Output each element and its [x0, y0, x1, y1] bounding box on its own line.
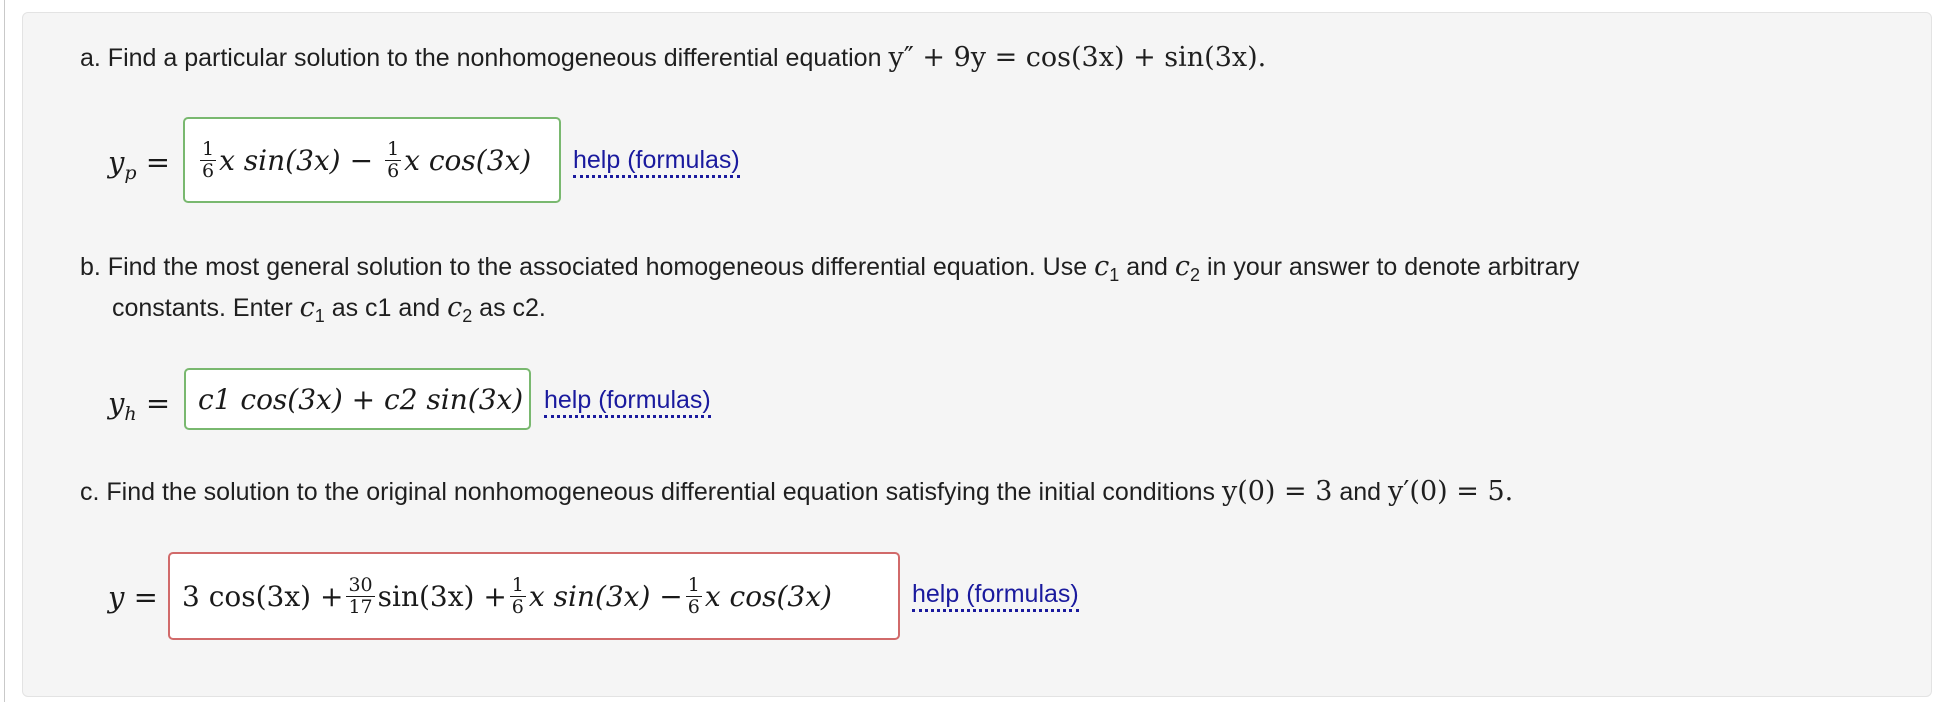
fraction: 16	[200, 137, 217, 182]
help-formulas-link-c[interactable]: help (formulas)	[912, 580, 1079, 612]
fraction: 16	[385, 137, 402, 182]
fraction: 16	[509, 573, 526, 618]
answer-c-label: y =	[108, 580, 158, 614]
answer-a-label: yp =	[108, 145, 171, 184]
fraction: 30 17	[346, 573, 375, 618]
part-c-question: c. Find the solution to the original non…	[80, 476, 1514, 507]
part-a-question: a. Find a particular solution to the non…	[80, 37, 1266, 79]
answer-b-label: yh =	[108, 386, 171, 425]
left-divider	[4, 0, 5, 702]
fraction: 16	[685, 573, 702, 618]
part-a-prefix: a. Find a particular solution to the non…	[80, 44, 882, 72]
help-formulas-link-b[interactable]: help (formulas)	[544, 386, 711, 418]
part-a-equation: y″ + 9y = cos(3x) + sin(3x).	[888, 42, 1267, 73]
part-b-question-line2: constants. Enter c1 as c1 and c2 as c2.	[112, 292, 546, 326]
answer-b-field[interactable]: c1 cos(3x) + c2 sin(3x)	[184, 368, 531, 430]
answer-a-field[interactable]: 16 x sin(3x) − 16 x cos(3x)	[183, 117, 561, 203]
help-formulas-link-a[interactable]: help (formulas)	[573, 146, 740, 178]
answer-c-field[interactable]: 3 cos(3x) + 30 17 sin(3x) + 16 x sin(3x) …	[168, 552, 900, 640]
